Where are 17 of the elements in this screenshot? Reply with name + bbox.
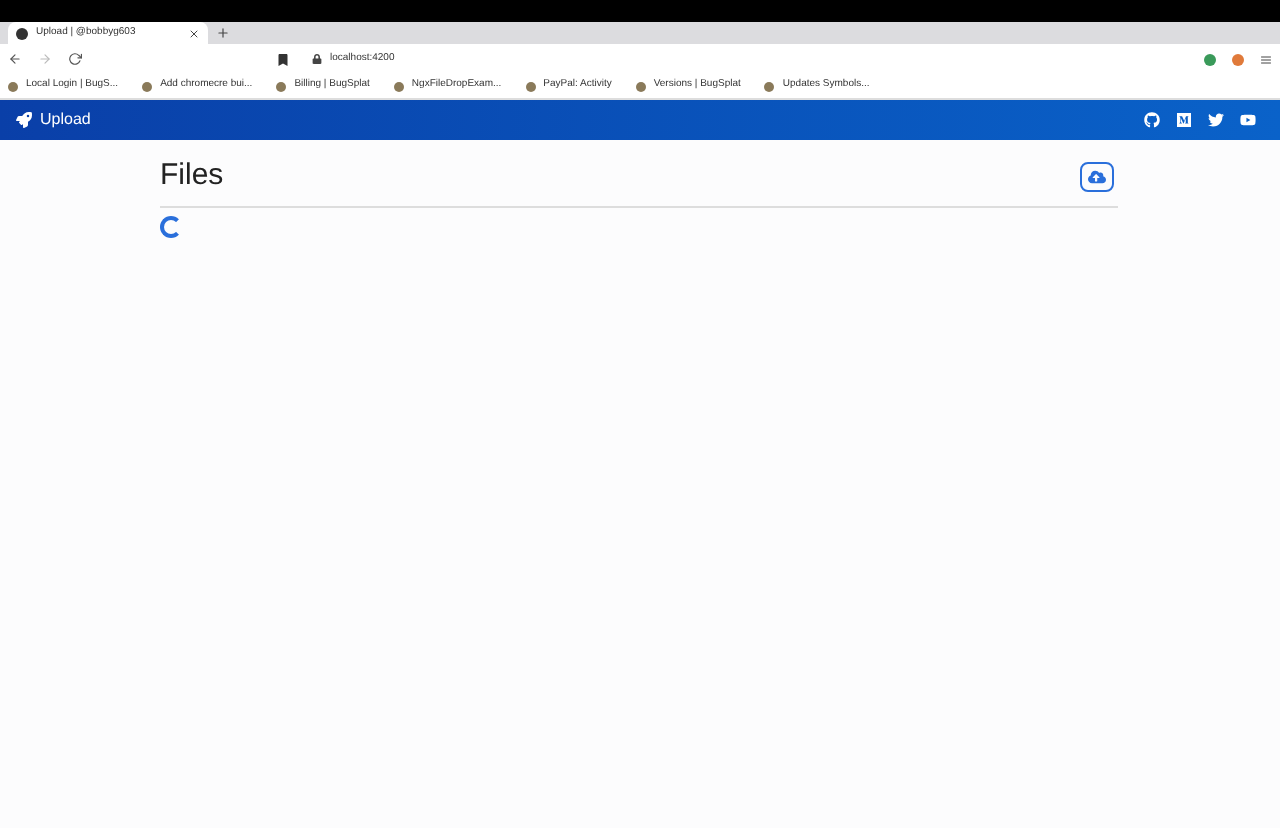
rocket-icon (16, 112, 32, 128)
page-title: Files (160, 156, 224, 196)
tab-favicon-icon (16, 27, 28, 39)
medium-icon[interactable] (1176, 112, 1192, 128)
lock-icon (312, 54, 322, 64)
bookmark-icon[interactable] (278, 53, 288, 65)
youtube-icon[interactable] (1240, 112, 1256, 128)
github-icon[interactable] (1144, 112, 1160, 128)
upload-button[interactable] (1080, 161, 1114, 192)
twitter-icon[interactable] (1208, 112, 1224, 128)
new-tab-icon[interactable] (216, 26, 230, 40)
cloud-upload-icon (1088, 167, 1106, 186)
reload-icon[interactable] (68, 52, 82, 66)
close-icon[interactable] (188, 27, 200, 39)
brand-link[interactable]: Upload (16, 108, 91, 132)
back-icon[interactable] (8, 52, 22, 66)
menu-icon[interactable] (1260, 53, 1272, 65)
